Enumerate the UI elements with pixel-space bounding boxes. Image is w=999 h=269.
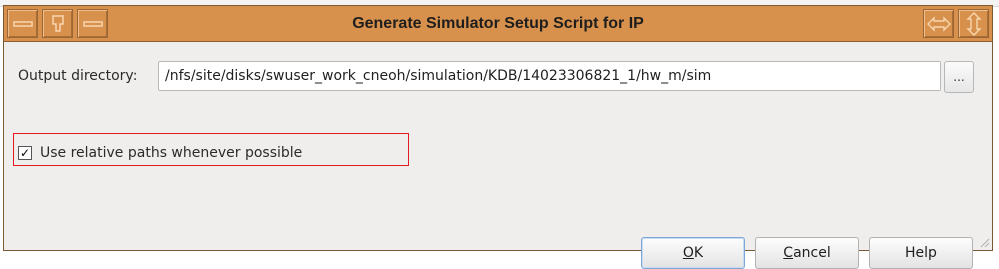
ok-mnemonic: O <box>682 245 694 261</box>
help-button[interactable]: Help <box>869 237 973 269</box>
output-directory-label: Output directory: <box>18 68 138 84</box>
dialog-content: Output directory: /nfs/site/disks/swuser… <box>4 41 992 269</box>
relative-paths-label: Use relative paths whenever possible <box>40 145 303 161</box>
relative-paths-checkbox[interactable]: ✓ <box>18 146 32 160</box>
output-directory-field[interactable]: /nfs/site/disks/swuser_work_cneoh/simula… <box>158 61 941 91</box>
cancel-mnemonic: C <box>783 245 794 261</box>
browse-button[interactable]: ... <box>944 61 974 93</box>
ok-label: K <box>693 245 704 261</box>
resize-grip-icon[interactable] <box>980 238 990 248</box>
resize-vertical-icon[interactable] <box>958 9 989 38</box>
dialog-title: Generate Simulator Setup Script for IP <box>352 15 644 32</box>
ok-button[interactable]: OK <box>641 237 745 269</box>
cancel-button[interactable]: Cancel <box>755 237 859 269</box>
relative-paths-option[interactable]: ✓ Use relative paths whenever possible <box>18 139 302 167</box>
setup-script-dialog: Generate Simulator Setup Script for IP O… <box>3 5 993 269</box>
cancel-label: ancel <box>793 245 831 261</box>
resize-horizontal-icon[interactable] <box>923 9 954 38</box>
title-bar[interactable]: Generate Simulator Setup Script for IP <box>4 6 992 42</box>
